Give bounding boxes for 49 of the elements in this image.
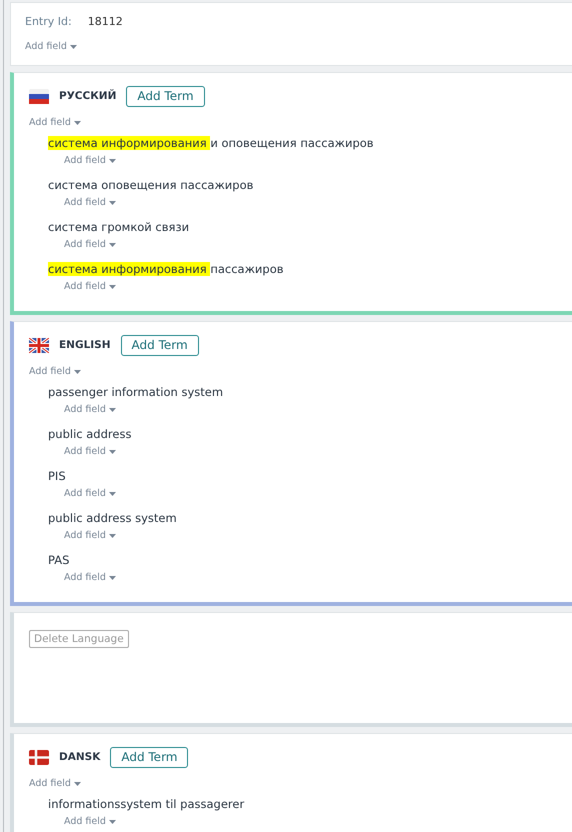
add-field-dropdown[interactable]: Add field (25, 40, 77, 54)
caret-icon (108, 820, 116, 824)
term-text: PIS (48, 468, 66, 485)
add-field-dropdown[interactable]: Add field (64, 571, 116, 585)
caret-icon (108, 492, 116, 496)
caret-icon (74, 782, 81, 786)
add-field-dropdown[interactable]: Add field (64, 280, 116, 294)
term-text: PAS (48, 552, 70, 569)
term-text: informationssystem til passagerer (48, 796, 244, 813)
term-text: система информирования и оповещения пассажиров (48, 135, 374, 152)
add-field-dropdown[interactable]: Add field (64, 238, 116, 252)
caret-icon (108, 243, 116, 247)
language-name: ENGLISH (59, 339, 111, 351)
add-field-dropdown[interactable]: Add field (64, 196, 116, 210)
language-name: РУССКИЙ (59, 90, 116, 102)
uk-flag-icon (29, 338, 49, 352)
entry-id-label: Entry Id: (25, 15, 72, 28)
add-term-button[interactable]: Add Term (120, 334, 199, 356)
term-text: система громкой связи (48, 219, 190, 236)
caret-icon (108, 285, 116, 289)
language-name: DANSK (59, 751, 100, 763)
add-field-dropdown[interactable]: Add field (64, 445, 116, 459)
add-term-button[interactable]: Add Term (126, 86, 205, 106)
entry-id-value: 18112 (88, 15, 123, 28)
caret-icon (70, 45, 77, 49)
caret-icon (108, 408, 116, 412)
add-field-dropdown[interactable]: Add field (64, 815, 116, 829)
caret-icon (74, 121, 81, 125)
caret-icon (108, 159, 116, 163)
term-text: public address (48, 426, 132, 443)
caret-icon (108, 450, 116, 454)
term-text: public address system (48, 510, 177, 527)
russia-flag-icon (29, 88, 49, 104)
term-text: система информирования пассажиров (48, 261, 284, 278)
term-text: passenger information system (48, 384, 224, 401)
add-term-button[interactable]: Add Term (110, 746, 188, 768)
caret-icon (108, 201, 116, 205)
denmark-flag-icon (29, 750, 49, 764)
caret-icon (74, 370, 81, 374)
caret-icon (108, 534, 116, 538)
add-field-dropdown[interactable]: Add field (64, 529, 116, 543)
add-field-dropdown[interactable]: Add field (64, 403, 116, 417)
add-field-dropdown[interactable]: Add field (64, 487, 116, 501)
term-text: система оповещения пассажиров (48, 177, 254, 194)
caret-icon (108, 576, 116, 580)
add-field-dropdown[interactable]: Add field (29, 365, 81, 379)
add-field-dropdown[interactable]: Add field (29, 116, 81, 130)
add-field-dropdown[interactable]: Add field (64, 154, 116, 168)
add-field-dropdown[interactable]: Add field (29, 777, 81, 791)
